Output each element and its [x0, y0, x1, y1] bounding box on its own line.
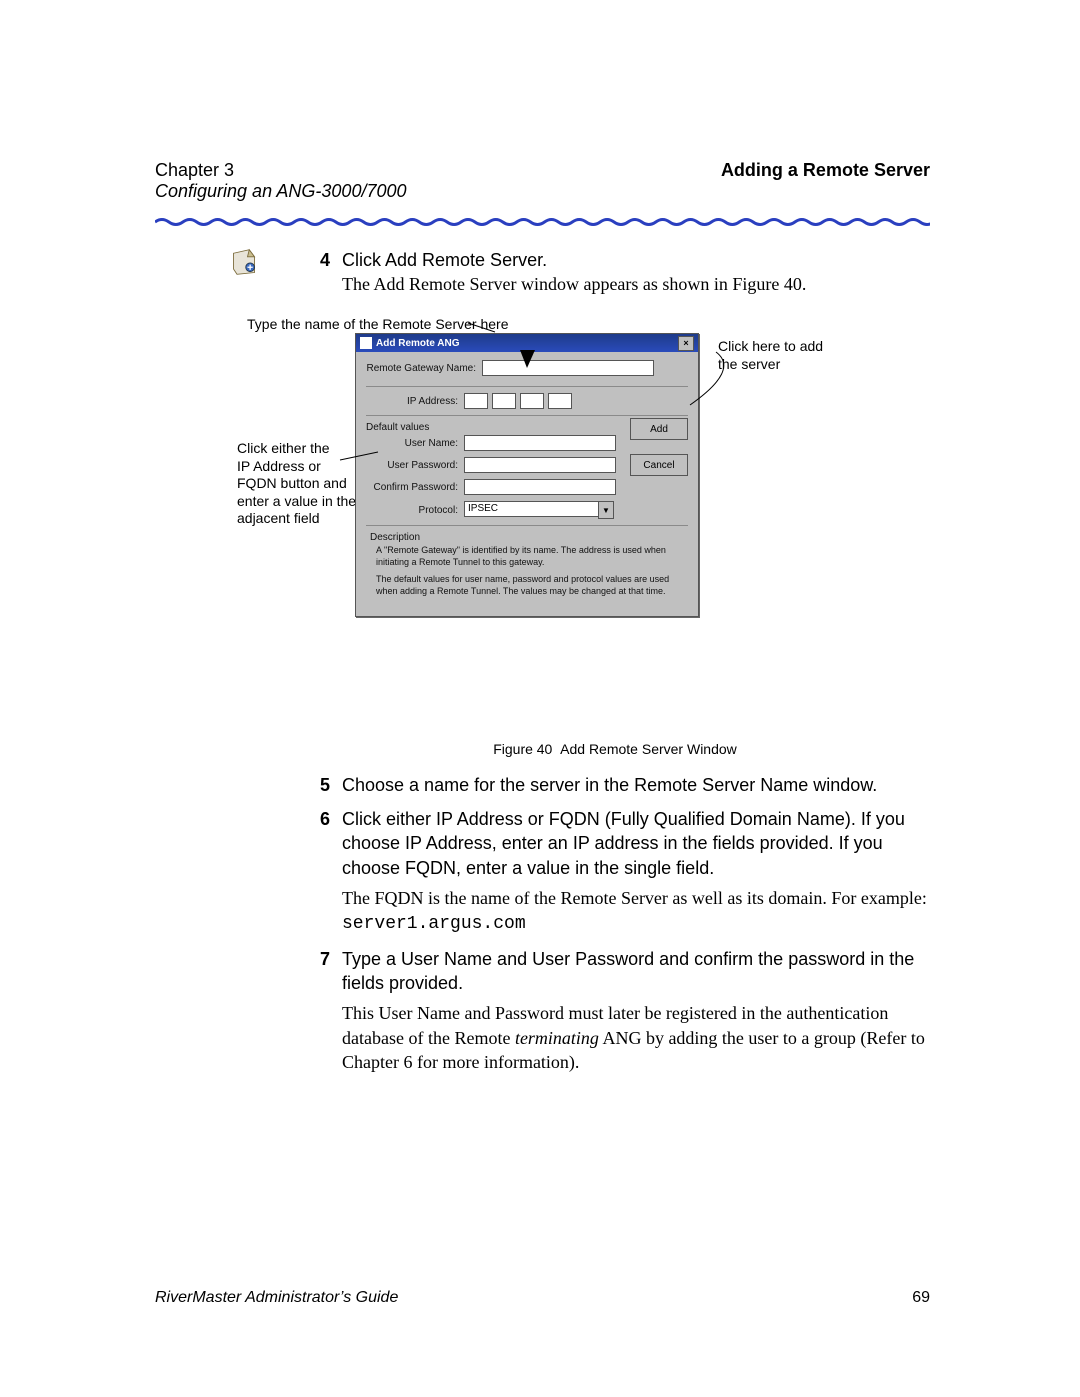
protocol-value: IPSEC [464, 501, 598, 517]
page-header: Chapter 3 Adding a Remote Server Configu… [155, 160, 930, 202]
callout-right: Click here to add the server [718, 338, 848, 373]
add-remote-dialog: Add Remote ANG × Remote Gateway Name: IP… [355, 333, 699, 617]
description-text-2: The default values for user name, passwo… [376, 574, 684, 597]
header-subtitle: Configuring an ANG-3000/7000 [155, 181, 930, 202]
callout-top: Type the name of the Remote Server here [247, 316, 508, 334]
step-4: 4 Click Add Remote Server. The Add Remot… [300, 248, 930, 297]
label-password: User Password: [366, 460, 464, 471]
figure-caption: Figure 40 Add Remote Server Window [300, 740, 930, 759]
label-description: Description [370, 532, 688, 543]
description-text-1: A "Remote Gateway" is identified by its … [376, 545, 684, 568]
dialog-title: Add Remote ANG [376, 338, 678, 349]
step-6: 6 Click either IP Address or FQDN (Fully… [300, 807, 930, 936]
label-username: User Name: [366, 438, 464, 449]
ip-octet-1[interactable] [464, 393, 488, 409]
step-4-line1: Click Add Remote Server. [342, 250, 547, 270]
password-input[interactable] [464, 457, 616, 473]
page-footer: RiverMaster Administrator’s Guide 69 [155, 1289, 930, 1307]
footer-page-number: 69 [912, 1289, 930, 1307]
step-4-line2: The Add Remote Server window appears as … [342, 274, 806, 294]
confirm-password-input[interactable] [464, 479, 616, 495]
ip-octet-3[interactable] [520, 393, 544, 409]
username-input[interactable] [464, 435, 616, 451]
label-protocol: Protocol: [366, 505, 464, 516]
document-icon [230, 248, 258, 276]
step-7: 7 Type a User Name and User Password and… [300, 947, 930, 1074]
dialog-titlebar: Add Remote ANG × [356, 334, 698, 352]
ip-octet-2[interactable] [492, 393, 516, 409]
callout-left: Click either the IP Address or FQDN butt… [237, 440, 357, 528]
label-ip: IP Address: [366, 396, 464, 407]
app-icon [360, 337, 372, 349]
add-button[interactable]: Add [630, 418, 688, 440]
chevron-down-icon[interactable]: ▼ [598, 501, 614, 519]
close-button[interactable]: × [678, 336, 694, 351]
header-chapter: Chapter 3 [155, 160, 234, 181]
ip-octet-4[interactable] [548, 393, 572, 409]
label-confirm: Confirm Password: [366, 482, 464, 493]
header-section: Adding a Remote Server [721, 160, 930, 181]
step-5: 5 Choose a name for the server in the Re… [300, 773, 930, 797]
protocol-select[interactable]: IPSEC ▼ [464, 501, 614, 519]
footer-guide: RiverMaster Administrator’s Guide [155, 1289, 398, 1307]
cancel-button[interactable]: Cancel [630, 454, 688, 476]
gateway-name-input[interactable] [482, 360, 654, 376]
wavy-divider [155, 217, 930, 227]
label-gateway-name: Remote Gateway Name: [366, 363, 482, 374]
